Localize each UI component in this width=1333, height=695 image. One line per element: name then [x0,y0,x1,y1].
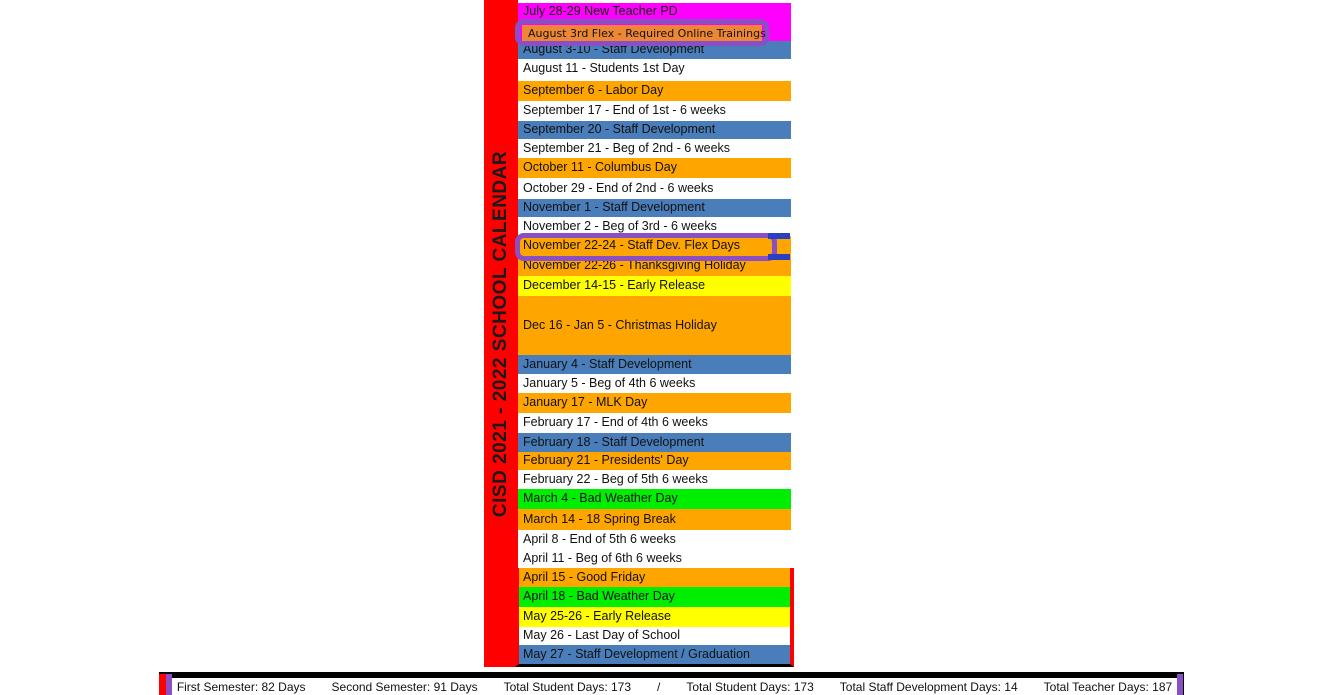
calendar-row-label: August 3-10 - Staff Development [523,42,705,57]
calendar-row-label: January 5 - Beg of 4th 6 weeks [523,375,696,390]
calendar-row-label: April 15 - Good Friday [523,569,646,584]
calendar-row-label: November 22-26 - Thanksgiving Holiday [523,257,746,272]
calendar-row: May 25-26 - Early Release [518,607,791,627]
footer-stat: Total Staff Development Days: 14 [839,679,1018,694]
footer-stat: Second Semester: 91 Days [331,679,478,694]
calendar-row-label: February 17 - End of 4th 6 weeks [523,415,708,430]
footer-stat: Total Student Days: 173 [503,679,632,694]
footer-stat: First Semester: 82 Days [176,679,306,694]
calendar-row: November 22-26 - Thanksgiving Holiday [518,255,791,276]
school-calendar: CISD 2021 - 2022 SCHOOL CALENDAR July 28… [484,0,794,667]
calendar-row-label: October 11 - Columbus Day [523,160,677,175]
calendar-row-label: May 25-26 - Early Release [523,609,671,624]
calendar-row: September 21 - Beg of 2nd - 6 weeks [518,139,791,158]
calendar-row: December 14-15 - Early Release [518,276,791,296]
calendar-row: September 6 - Labor Day [518,81,791,101]
calendar-row: January 17 - MLK Day [518,393,791,413]
calendar-row: April 15 - Good Friday [518,568,791,587]
calendar-row-label: October 29 - End of 2nd - 6 weeks [523,180,714,195]
calendar-row: January 5 - Beg of 4th 6 weeks [518,374,791,393]
calendar-row-label: March 4 - Bad Weather Day [523,491,678,506]
calendar-row-label: December 14-15 - Early Release [523,278,706,293]
calendar-row-label: February 21 - Presidents' Day [523,453,689,468]
calendar-row-label: September 21 - Beg of 2nd - 6 weeks [523,140,731,155]
footer-stat: / [657,679,661,694]
calendar-title-vertical: CISD 2021 - 2022 SCHOOL CALENDAR [490,150,511,517]
calendar-row-label: September 6 - Labor Day [523,83,664,98]
calendar-row: April 11 - Beg of 6th 6 weeks [518,549,791,568]
calendar-row-label: April 11 - Beg of 6th 6 weeks [523,550,682,565]
august-flex-chip: August 3rd Flex - Required Online Traini… [522,25,766,41]
calendar-row: February 22 - Beg of 5th 6 weeks [518,470,791,489]
calendar-row: January 4 - Staff Development [518,355,791,374]
calendar-row-label: September 17 - End of 1st - 6 weeks [523,103,726,118]
calendar-row-label: September 20 - Staff Development [523,122,716,137]
calendar-row: Dec 16 - Jan 5 - Christmas Holiday [518,296,791,355]
calendar-row-label: February 22 - Beg of 5th 6 weeks [523,471,708,486]
calendar-row: April 8 - End of 5th 6 weeks [518,530,791,549]
calendar-row: August 3-10 - Staff Development [518,41,791,59]
calendar-row: February 18 - Staff Development [518,433,791,452]
calendar-row-label: November 1 - Staff Development [523,200,705,215]
calendar-row: March 14 - 18 Spring Break [518,509,791,530]
calendar-row: August 11 - Students 1st Day [518,59,791,79]
calendar-row-label: July 28-29 New Teacher PD [523,3,678,18]
blue-sliver-bottom [768,254,790,260]
calendar-row-label: May 26 - Last Day of School [523,628,681,643]
calendar-row: February 17 - End of 4th 6 weeks [518,413,791,433]
footer-stat: Total Teacher Days: 187 [1043,679,1173,694]
calendar-row: September 20 - Staff Development [518,121,791,139]
calendar-row: September 17 - End of 1st - 6 weeks [518,101,791,121]
calendar-row: October 29 - End of 2nd - 6 weeks [518,178,791,199]
calendar-rows-list: July 28-29 New Teacher PD August 3rd Flex… [518,0,791,667]
calendar-row-label: November 2 - Beg of 3rd - 6 weeks [523,218,717,233]
calendar-row: February 21 - Presidents' Day [518,452,791,470]
calendar-row-label: April 18 - Bad Weather Day [523,589,675,604]
calendar-row-label: May 27 - Staff Development / Graduation [523,646,750,661]
calendar-row-label: April 8 - End of 5th 6 weeks [523,531,676,546]
calendar-row: March 4 - Bad Weather Day [518,489,791,509]
calendar-row-label: January 17 - MLK Day [523,395,648,410]
footer-stat: Total Student Days: 173 [686,679,814,694]
calendar-row: May 26 - Last Day of School [518,627,791,645]
blue-sliver-top [768,233,790,239]
calendar-sidebar-banner: CISD 2021 - 2022 SCHOOL CALENDAR [484,0,518,667]
calendar-row: November 1 - Staff Development [518,199,791,217]
calendar-row-label: February 18 - Staff Development [523,434,705,449]
calendar-row: October 11 - Columbus Day [518,158,791,178]
calendar-row-label: March 14 - 18 Spring Break [523,511,676,526]
calendar-row-label: August 11 - Students 1st Day [523,61,685,76]
footer-stats-row: First Semester: 82 Days Second Semester: … [172,678,1177,695]
calendar-row: April 18 - Bad Weather Day [518,587,791,607]
calendar-row: November 22-24 - Staff Dev. Flex Days [518,236,791,255]
calendar-row-label: Dec 16 - Jan 5 - Christmas Holiday [523,317,717,332]
calendar-row-label: November 22-24 - Staff Dev. Flex Days [523,237,740,252]
calendar-row: November 2 - Beg of 3rd - 6 weeks [518,217,791,236]
calendar-row-label: January 4 - Staff Development [523,356,692,371]
calendar-row: July 28-29 New Teacher PD [518,3,791,20]
calendar-row: May 27 - Staff Development / Graduation [518,645,791,664]
